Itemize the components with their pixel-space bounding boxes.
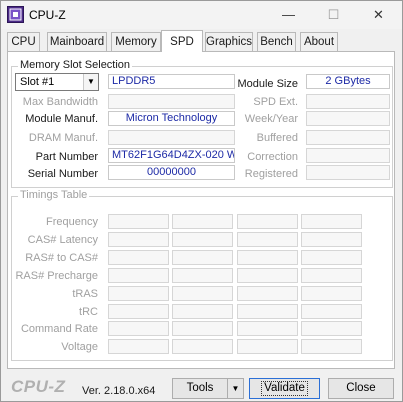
timing-cell xyxy=(237,232,298,247)
timing-cell xyxy=(172,304,233,319)
version-label: Ver. 2.18.0.x64 xyxy=(82,385,156,397)
module-size-field: 2 GBytes xyxy=(306,74,390,89)
timing-cell xyxy=(108,214,169,229)
title-bar[interactable]: CPU-Z — ☐ ✕ xyxy=(1,1,402,29)
registered-label: Registered xyxy=(244,168,298,180)
week-year-label: Week/Year xyxy=(244,113,298,125)
module-size-label: Module Size xyxy=(237,78,298,90)
timing-cell xyxy=(108,232,169,247)
timings-group-title: Timings Table xyxy=(18,189,90,201)
timing-cell xyxy=(237,321,298,336)
timing-cell xyxy=(108,250,169,265)
spd-ext-label: SPD Ext. xyxy=(253,96,298,108)
cpuz-window: CPU-Z — ☐ ✕ CPU Mainboard Memory SPD Gra… xyxy=(0,0,403,402)
timing-cell xyxy=(108,339,169,354)
memory-slot-group-title: Memory Slot Selection xyxy=(18,59,133,71)
tab-mainboard[interactable]: Mainboard xyxy=(47,32,107,51)
timing-label-command-rate: Command Rate xyxy=(20,323,98,335)
tools-button[interactable]: Tools xyxy=(172,378,228,399)
timing-cell xyxy=(172,339,233,354)
slot-select[interactable]: Slot #1 ▼ xyxy=(15,73,99,91)
timing-cell xyxy=(237,339,298,354)
timing-cell xyxy=(301,286,362,301)
timing-cell xyxy=(172,250,233,265)
tab-about[interactable]: About xyxy=(300,32,338,51)
tools-dropdown-chevron-down-icon[interactable]: ▼ xyxy=(227,378,244,399)
timing-cell xyxy=(301,232,362,247)
buffered-field xyxy=(306,130,390,145)
timing-cell xyxy=(172,214,233,229)
chevron-down-icon[interactable]: ▼ xyxy=(83,74,98,90)
tab-memory[interactable]: Memory xyxy=(111,32,161,51)
timing-label-cas-latency: CAS# Latency xyxy=(27,234,98,246)
window-title: CPU-Z xyxy=(29,8,66,22)
timing-cell xyxy=(301,268,362,283)
cpuz-brand-logo: CPU-Z xyxy=(11,377,66,396)
close-window-button[interactable]: ✕ xyxy=(356,1,401,29)
dram-manuf-label: DRAM Manuf. xyxy=(28,132,98,144)
timing-label-tras: tRAS xyxy=(72,288,98,300)
slot-select-value: Slot #1 xyxy=(20,76,55,88)
timing-cell xyxy=(172,268,233,283)
spd-ext-field xyxy=(306,94,390,109)
timing-cell xyxy=(172,232,233,247)
validate-button-label: Validate xyxy=(261,381,308,396)
tab-bench[interactable]: Bench xyxy=(257,32,296,51)
timing-cell xyxy=(237,286,298,301)
registered-field xyxy=(306,165,390,180)
correction-label: Correction xyxy=(247,151,298,163)
timing-cell xyxy=(172,321,233,336)
module-manuf-label: Module Manuf. xyxy=(25,113,98,125)
week-year-field xyxy=(306,111,390,126)
timing-cell xyxy=(237,250,298,265)
tab-cpu[interactable]: CPU xyxy=(7,32,40,51)
timing-label-ras-precharge: RAS# Precharge xyxy=(15,270,98,282)
max-bandwidth-field xyxy=(108,94,235,109)
timing-cell xyxy=(301,321,362,336)
serial-number-label: Serial Number xyxy=(27,168,98,180)
maximize-button[interactable]: ☐ xyxy=(311,1,356,29)
timing-label-ras-to-cas: RAS# to CAS# xyxy=(25,252,98,264)
cpuz-app-icon xyxy=(7,6,24,23)
timing-cell xyxy=(237,214,298,229)
close-button[interactable]: Close xyxy=(328,378,394,399)
correction-field xyxy=(306,148,390,163)
serial-number-field: 00000000 xyxy=(108,165,235,180)
timing-cell xyxy=(301,339,362,354)
timing-label-frequency: Frequency xyxy=(46,216,98,228)
part-number-label: Part Number xyxy=(35,151,98,163)
minimize-button[interactable]: — xyxy=(266,1,311,29)
max-bandwidth-label: Max Bandwidth xyxy=(22,96,98,108)
tab-graphics[interactable]: Graphics xyxy=(205,32,253,51)
dram-manuf-field xyxy=(108,130,235,145)
tab-spd[interactable]: SPD xyxy=(161,30,203,52)
timing-cell xyxy=(108,268,169,283)
part-number-field: MT62F1G64D4ZX-020 WT xyxy=(108,148,235,163)
timing-cell xyxy=(237,304,298,319)
timing-cell xyxy=(108,286,169,301)
timing-cell xyxy=(108,321,169,336)
timing-cell xyxy=(237,268,298,283)
module-manuf-field: Micron Technology xyxy=(108,111,235,126)
timing-label-voltage: Voltage xyxy=(61,341,98,353)
buffered-label: Buffered xyxy=(256,132,298,144)
timing-cell xyxy=(301,250,362,265)
timing-cell xyxy=(301,214,362,229)
validate-button[interactable]: Validate xyxy=(249,378,320,399)
timing-label-trc: tRC xyxy=(79,306,98,318)
memory-type-field: LPDDR5 xyxy=(108,74,235,89)
timing-cell xyxy=(172,286,233,301)
timing-cell xyxy=(108,304,169,319)
timing-cell xyxy=(301,304,362,319)
